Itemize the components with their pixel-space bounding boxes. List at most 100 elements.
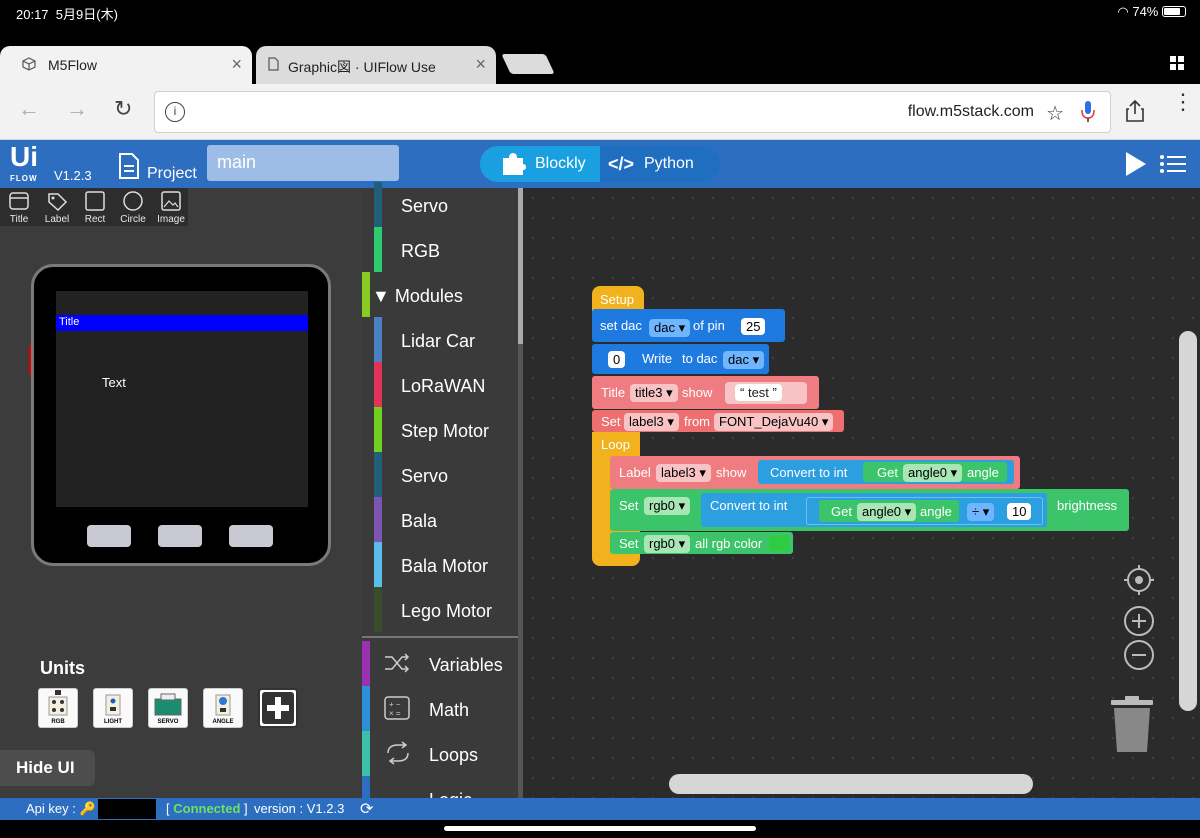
mode-toggle: Blockly </> Python (480, 146, 720, 182)
tool-image-label: Image (157, 214, 185, 225)
screen-title-bar[interactable]: Title (56, 315, 308, 331)
units-heading: Units (40, 658, 85, 678)
loop-arrows-icon (384, 741, 412, 770)
workspace-vertical-scrollbar[interactable] (1179, 331, 1197, 711)
tab-grid-icon[interactable] (1170, 56, 1184, 75)
color-swatch[interactable] (769, 535, 789, 551)
project-icon[interactable] (118, 152, 140, 185)
project-label[interactable]: Project (147, 165, 197, 183)
label3-dropdown-2[interactable]: label3 ▾ (656, 464, 711, 482)
category-rgb[interactable]: RGB (362, 227, 518, 272)
tab-strip: M5Flow × Graphic図 · UIFlow Use × (0, 24, 1200, 84)
plus-icon (262, 692, 294, 724)
uiflow-logo: Ui FLOW (10, 141, 38, 183)
tool-rect[interactable]: Rect (76, 188, 114, 226)
category-servo[interactable]: Servo (362, 182, 518, 227)
category-lorawan[interactable]: LoRaWAN (362, 362, 518, 407)
angle0-dropdown[interactable]: angle0 ▾ (903, 464, 963, 482)
api-key-value[interactable] (98, 799, 156, 819)
tool-title[interactable]: Title (0, 188, 38, 226)
zoom-in-icon[interactable] (1123, 605, 1155, 642)
dac-dropdown[interactable]: dac ▾ (649, 319, 691, 337)
label3-dropdown[interactable]: label3 ▾ (624, 413, 679, 431)
url-field[interactable]: i flow.m5stack.com ☆ (154, 91, 1111, 133)
category-logic[interactable]: Logic (362, 776, 518, 798)
uiflow-header: Ui FLOW V1.2.3 Project main Blockly </> … (0, 140, 1200, 188)
ui-tools-toolbar: Title Label Rect Circle Image (0, 188, 188, 226)
new-tab-button[interactable] (501, 54, 555, 74)
tool-rect-label: Rect (84, 214, 106, 225)
wifi-icon: ◠ (1117, 4, 1129, 19)
category-lego-motor[interactable]: Lego Motor (362, 587, 518, 632)
screen-label-text[interactable]: Text (102, 375, 126, 390)
code-icon: </> (608, 154, 635, 174)
dac-dropdown-2[interactable]: dac ▾ (723, 351, 765, 369)
version-label: V1.2.3 (54, 168, 92, 183)
url-text: flow.m5stack.com (907, 103, 1034, 120)
project-name-input[interactable]: main (207, 145, 399, 181)
category-bala-motor[interactable]: Bala Motor (362, 542, 518, 587)
back-icon[interactable]: ← (18, 96, 40, 122)
trash-icon[interactable] (1109, 696, 1155, 759)
rgb0-dropdown[interactable]: rgb0 ▾ (644, 497, 691, 515)
font-dropdown[interactable]: FONT_DejaVu40 ▾ (714, 413, 834, 431)
of-pin-text: of pin (693, 318, 725, 333)
more-menu-icon[interactable]: ⋮ (1172, 91, 1194, 113)
hide-ui-button[interactable]: Hide UI (0, 750, 95, 786)
write-value-input[interactable]: 0 (608, 351, 626, 368)
blockly-workspace[interactable]: Setup set dac dac ▾ of pin 25 0 Write to… (523, 188, 1200, 798)
category-step-motor[interactable]: Step Motor (362, 407, 518, 452)
microphone-icon[interactable] (1080, 100, 1096, 129)
unit-angle[interactable]: ANGLE (203, 688, 243, 728)
tab-graphic[interactable]: Graphic図 · UIFlow Use × (256, 46, 496, 84)
category-modules[interactable]: ▼ Modules (362, 272, 518, 317)
category-servo-module[interactable]: Servo (362, 452, 518, 497)
hamburger-menu-icon[interactable] (1160, 154, 1186, 179)
zoom-out-icon[interactable] (1123, 639, 1155, 676)
cube-icon (22, 57, 36, 71)
category-math[interactable]: + − × = Math (362, 686, 518, 731)
device-button-a (87, 525, 131, 547)
run-play-icon[interactable] (1124, 151, 1148, 182)
close-icon[interactable]: × (475, 54, 486, 75)
divide-operator-dropdown[interactable]: ÷ ▾ (967, 503, 995, 521)
forward-icon[interactable]: → (66, 96, 88, 122)
tool-image[interactable]: Image (152, 188, 190, 226)
star-icon[interactable]: ☆ (1046, 101, 1064, 126)
category-bala[interactable]: Bala (362, 497, 518, 542)
add-unit-button[interactable] (258, 688, 298, 728)
angle0-dropdown-2[interactable]: angle0 ▾ (857, 503, 917, 521)
test-string-input[interactable]: “ test ” (735, 384, 782, 401)
status-right: ◠ 74% (1117, 4, 1186, 20)
connection-status: [ Connected ] (166, 801, 248, 816)
address-bar: ← → ↻ i flow.m5stack.com ☆ ⋮ (0, 84, 1200, 140)
info-icon[interactable]: i (165, 102, 185, 122)
tab-m5flow[interactable]: M5Flow × (0, 46, 252, 84)
tool-circle[interactable]: Circle (114, 188, 152, 226)
share-icon[interactable] (1126, 99, 1144, 127)
title3-dropdown[interactable]: title3 ▾ (630, 384, 678, 402)
home-indicator (444, 826, 756, 831)
unit-rgb[interactable]: RGB (38, 688, 78, 728)
divisor-input[interactable]: 10 (1007, 503, 1032, 520)
category-variables[interactable]: Variables (362, 641, 518, 686)
python-mode-button[interactable]: </> Python (600, 146, 720, 182)
unit-light[interactable]: LIGHT (93, 688, 133, 728)
device-screen[interactable]: Title Text (56, 291, 308, 507)
reload-icon[interactable]: ↻ (114, 96, 132, 122)
tool-label[interactable]: Label (38, 188, 76, 226)
status-time: 20:17 5月9日(木) (16, 7, 118, 22)
unit-servo[interactable]: SERVO (148, 688, 188, 728)
close-icon[interactable]: × (231, 54, 242, 75)
tool-title-label: Title (9, 214, 29, 225)
category-loops[interactable]: Loops (362, 731, 518, 776)
category-divider (362, 636, 518, 638)
blockly-mode-button[interactable]: Blockly (480, 146, 600, 182)
category-lidar-car[interactable]: Lidar Car (362, 317, 518, 362)
sync-icon[interactable]: ⟳ (360, 799, 373, 819)
workspace-horizontal-scrollbar[interactable] (669, 774, 1033, 794)
rgb0-dropdown-2[interactable]: rgb0 ▾ (644, 535, 691, 553)
recenter-icon[interactable] (1123, 564, 1155, 601)
shuffle-icon (384, 653, 410, 678)
pin-number-input[interactable]: 25 (741, 318, 766, 335)
